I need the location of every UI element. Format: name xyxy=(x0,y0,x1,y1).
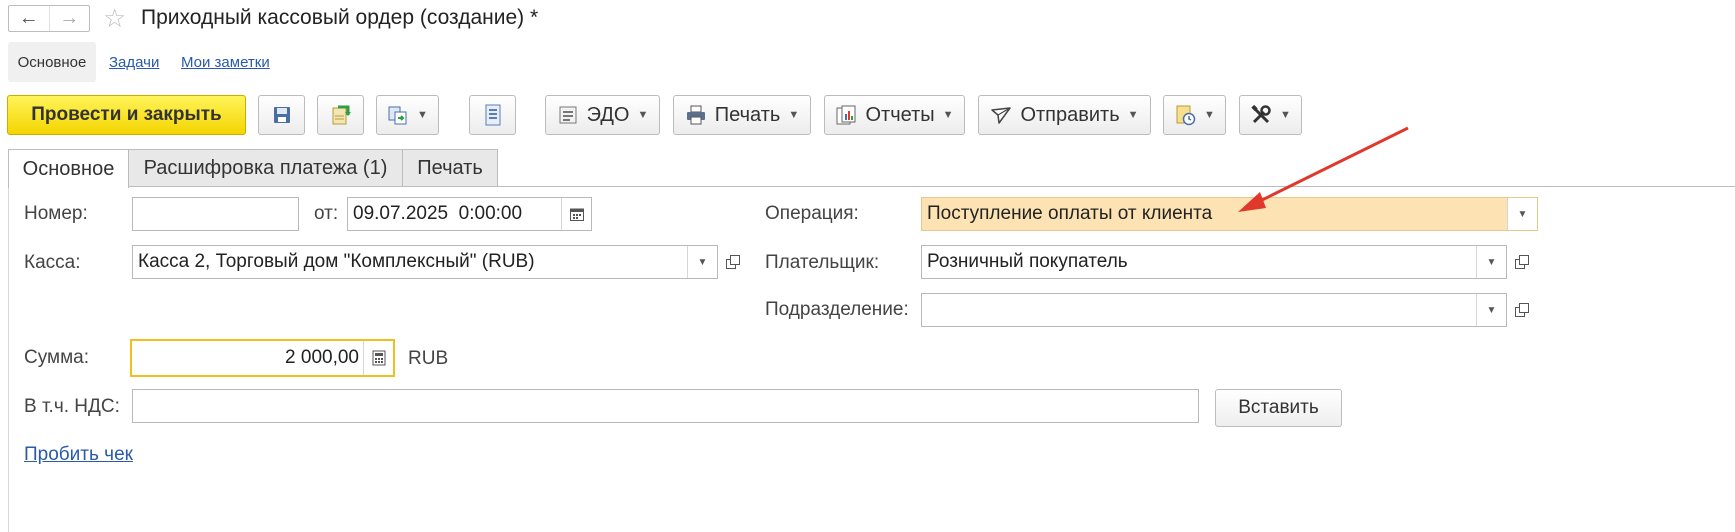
division-select[interactable]: ▼ xyxy=(921,293,1507,327)
sum-input[interactable]: 2 000,00 xyxy=(130,339,395,377)
chevron-down-icon: ▼ xyxy=(637,109,649,121)
kassa-select[interactable]: Касса 2, Торговый дом "Комплексный" (RUB… xyxy=(132,245,718,279)
reports-menu-button[interactable]: Отчеты ▼ xyxy=(824,95,965,135)
date-input[interactable]: 09.07.2025 0:00:00 xyxy=(347,197,592,231)
number-input[interactable] xyxy=(132,197,299,231)
open-window-icon xyxy=(1515,303,1529,317)
post-button[interactable] xyxy=(317,95,364,135)
currency-label: RUB xyxy=(408,348,449,369)
save-button[interactable] xyxy=(258,95,305,135)
tab-payment-details[interactable]: Расшифровка платежа (1) xyxy=(128,149,403,187)
arrow-right-icon: → xyxy=(59,7,80,29)
tools-icon xyxy=(1250,104,1272,126)
paper-plane-icon xyxy=(990,104,1012,126)
vat-input[interactable] xyxy=(132,389,1199,423)
kassa-open-button[interactable] xyxy=(718,245,748,279)
window-title: Приходный кассовый ордер (создание) * xyxy=(141,6,539,29)
print-label: Печать xyxy=(714,103,781,126)
arrow-left-icon: ← xyxy=(18,7,39,29)
back-button[interactable]: ← xyxy=(9,6,49,31)
chevron-down-icon: ▼ xyxy=(1204,109,1215,121)
sum-label: Сумма: xyxy=(24,347,89,368)
chevron-down-icon: ▼ xyxy=(788,109,800,121)
forward-button[interactable]: → xyxy=(48,6,90,31)
edo-label: ЭДО xyxy=(586,103,630,126)
kassa-dropdown-button[interactable]: ▼ xyxy=(687,246,717,278)
date-value: 09.07.2025 0:00:00 xyxy=(353,203,523,224)
open-window-icon xyxy=(1515,255,1529,269)
reports-label: Отчеты xyxy=(865,103,935,126)
insert-button[interactable]: Вставить xyxy=(1215,389,1342,427)
payer-label: Плательщик: xyxy=(765,252,880,273)
post-document-icon xyxy=(330,104,352,126)
post-and-close-button[interactable]: Провести и закрыть xyxy=(7,95,246,135)
print-menu-button[interactable]: Печать ▼ xyxy=(673,95,811,135)
calendar-icon xyxy=(569,208,584,221)
division-open-button[interactable] xyxy=(1507,293,1537,327)
chevron-down-icon: ▼ xyxy=(1486,256,1497,268)
more-actions-button[interactable]: ▼ xyxy=(1239,95,1302,135)
tab-divider xyxy=(8,186,1735,187)
kassa-label: Касса: xyxy=(24,252,81,273)
open-window-icon xyxy=(726,255,740,269)
payer-open-button[interactable] xyxy=(1507,245,1537,279)
calculator-button[interactable] xyxy=(363,341,393,375)
section-tasks-link[interactable]: Задачи xyxy=(109,54,159,71)
journal-button[interactable] xyxy=(469,95,516,135)
history-nav: ← → xyxy=(8,5,90,32)
list-document-icon xyxy=(482,104,504,126)
operation-dropdown-button[interactable]: ▼ xyxy=(1507,198,1537,230)
chevron-down-icon: ▼ xyxy=(697,256,708,268)
operation-value: Поступление оплаты от клиента xyxy=(927,203,1213,224)
chevron-down-icon: ▼ xyxy=(1517,208,1528,220)
chevron-down-icon: ▼ xyxy=(1486,304,1497,316)
edo-menu-button[interactable]: ЭДО ▼ xyxy=(545,95,660,135)
favorite-star-icon[interactable]: ☆ xyxy=(103,4,126,32)
create-based-on-button[interactable]: ▼ xyxy=(376,95,439,135)
chevron-down-icon: ▼ xyxy=(417,109,428,121)
form-left-border xyxy=(8,186,9,532)
chevron-down-icon: ▼ xyxy=(1280,109,1291,121)
create-based-icon xyxy=(387,104,409,126)
chevron-down-icon: ▼ xyxy=(1127,109,1139,121)
payer-value: Розничный покупатель xyxy=(927,251,1128,272)
operation-label: Операция: xyxy=(765,203,859,224)
sum-value: 2 000,00 xyxy=(285,347,359,368)
section-notes-link[interactable]: Мои заметки xyxy=(181,54,270,71)
history-menu-button[interactable]: ▼ xyxy=(1163,95,1226,135)
division-label: Подразделение: xyxy=(765,299,909,320)
chevron-down-icon: ▼ xyxy=(942,109,954,121)
payer-select[interactable]: Розничный покупатель ▼ xyxy=(921,245,1507,279)
operation-select[interactable]: Поступление оплаты от клиента ▼ xyxy=(921,197,1538,231)
calendar-button[interactable] xyxy=(561,198,591,230)
vat-label: В т.ч. НДС: xyxy=(24,396,120,417)
document-clock-icon xyxy=(1174,104,1196,126)
division-dropdown-button[interactable]: ▼ xyxy=(1476,294,1506,326)
print-receipt-link[interactable]: Пробить чек xyxy=(24,444,133,466)
calculator-icon xyxy=(372,350,385,366)
send-label: Отправить xyxy=(1020,103,1120,126)
tab-main[interactable]: Основное xyxy=(8,149,129,188)
kassa-value: Касса 2, Торговый дом "Комплексный" (RUB… xyxy=(138,251,535,272)
edo-exchange-icon xyxy=(557,104,579,126)
number-label: Номер: xyxy=(24,203,88,224)
floppy-disk-icon xyxy=(271,104,293,126)
tab-print[interactable]: Печать xyxy=(402,149,498,187)
reports-icon xyxy=(835,104,857,126)
section-main[interactable]: Основное xyxy=(8,42,96,82)
send-menu-button[interactable]: Отправить ▼ xyxy=(978,95,1151,135)
payer-dropdown-button[interactable]: ▼ xyxy=(1476,246,1506,278)
date-from-label: от: xyxy=(314,203,339,224)
printer-icon xyxy=(685,104,707,126)
